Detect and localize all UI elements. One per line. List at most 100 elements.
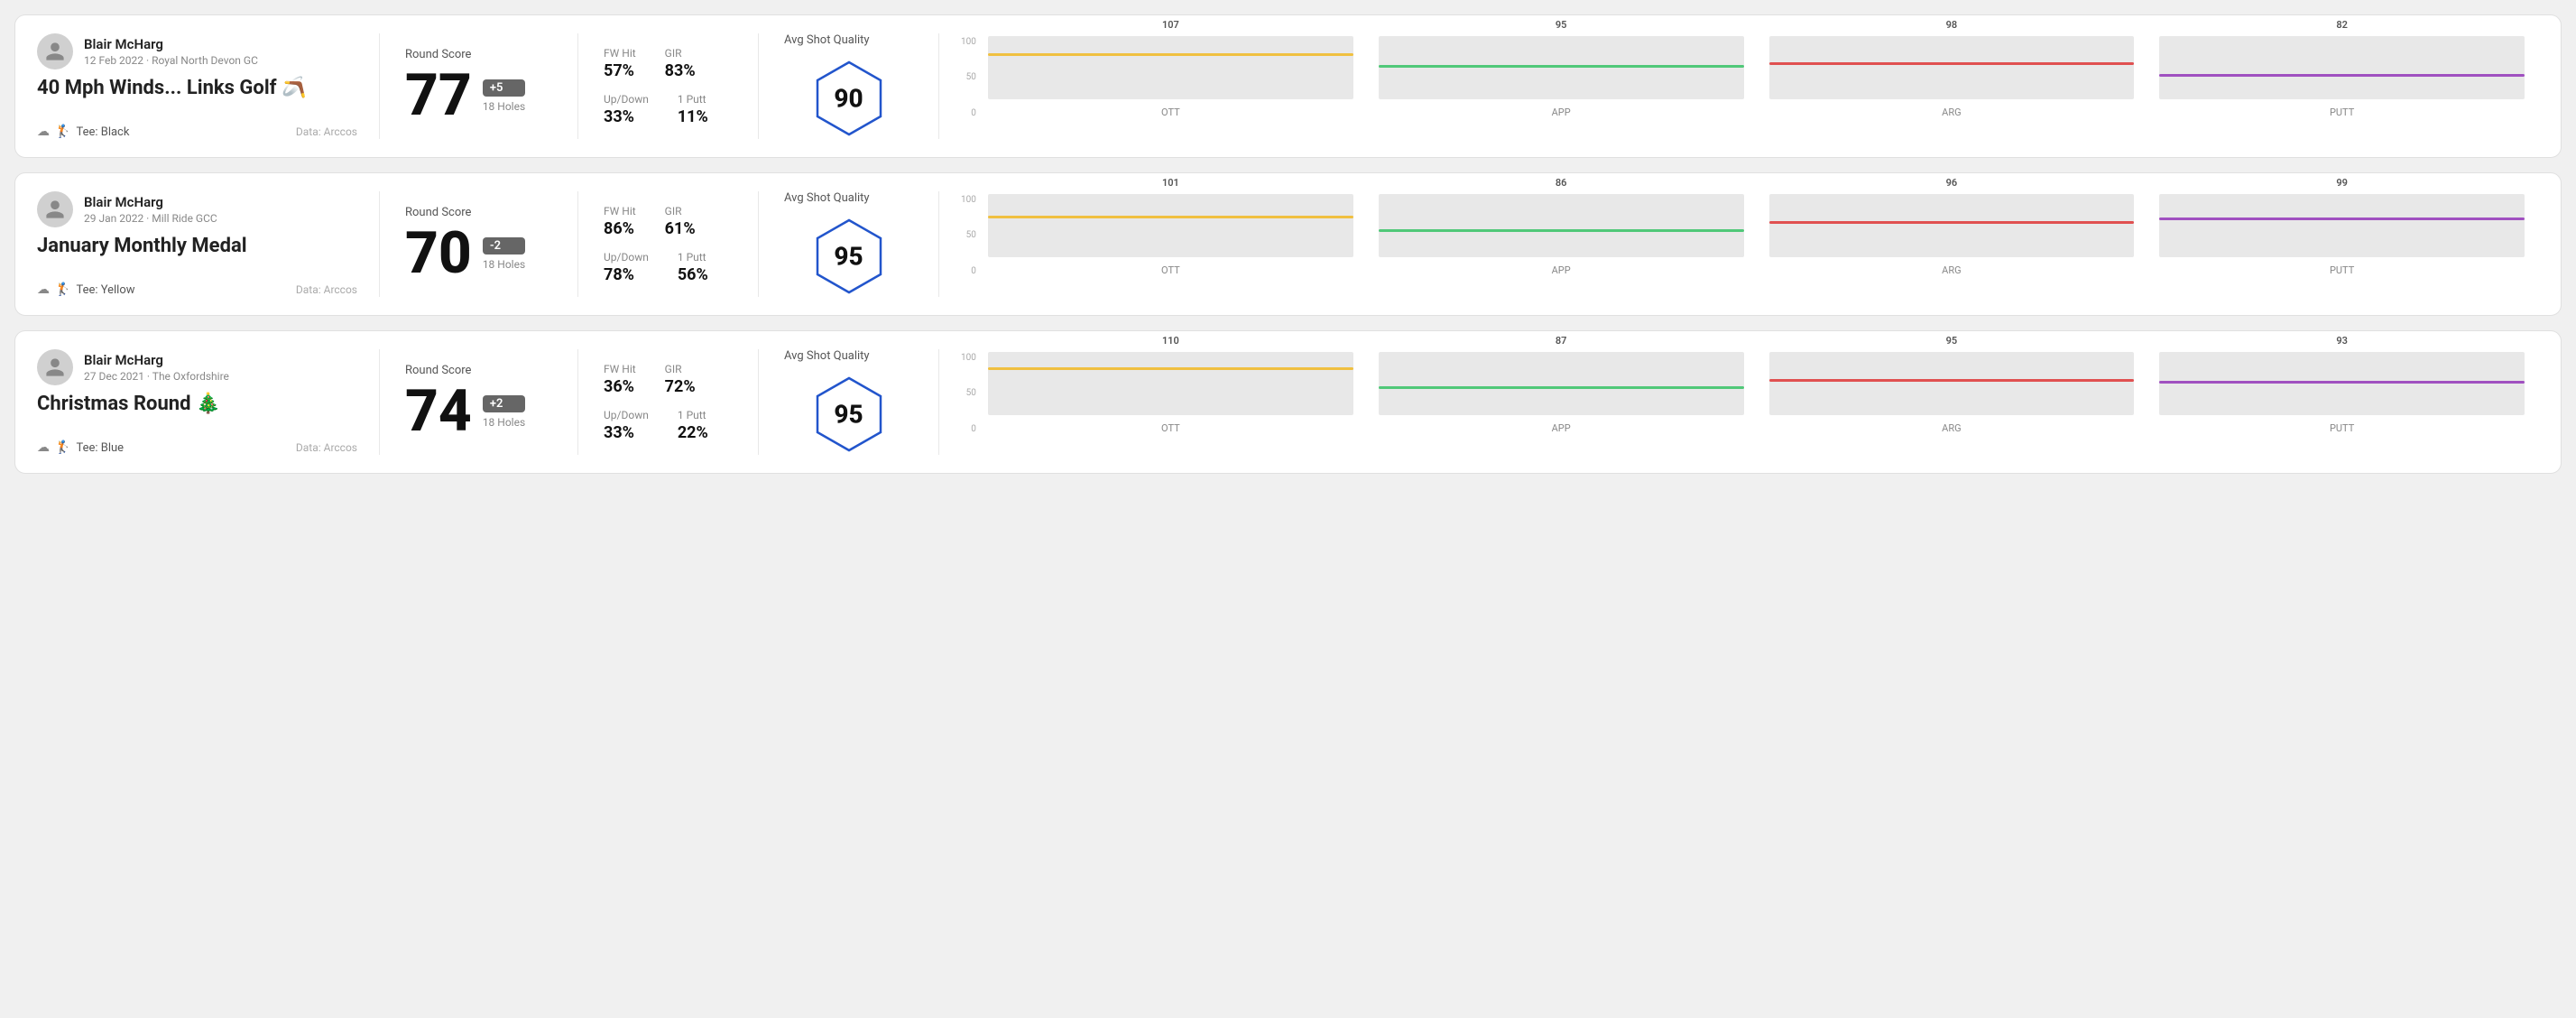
tee-label: Tee: Black <box>76 125 129 139</box>
shot-quality-label: Avg Shot Quality <box>784 33 870 47</box>
chart-wrapper: 100 50 0 107 OTT 95 <box>961 37 2525 136</box>
bar-wrapper-app <box>1379 194 1744 257</box>
one-putt-value: 11% <box>678 107 708 126</box>
stat-updown: Up/Down 33% <box>604 409 649 442</box>
bar-label-app: APP <box>1552 422 1571 434</box>
stat-gir: GIR 61% <box>665 205 696 238</box>
bar-wrapper-ott <box>988 352 1353 415</box>
gir-label: GIR <box>665 205 696 217</box>
fw-hit-label: FW Hit <box>604 363 636 375</box>
bar-group-ott: 110 OTT <box>988 335 1353 434</box>
bars-container: 101 OTT 86 APP 96 <box>961 195 2525 294</box>
bar-label-ott: OTT <box>1161 422 1180 434</box>
card-left: Blair McHarg 29 Jan 2022 · Mill Ride GCC… <box>37 191 380 297</box>
one-putt-label: 1 Putt <box>678 409 708 421</box>
chart-y-axis: 100 50 0 <box>961 353 980 434</box>
score-badge: +5 <box>483 79 525 97</box>
user-name: Blair McHarg <box>84 194 217 210</box>
user-icon <box>44 41 66 62</box>
score-badge: +2 <box>483 395 525 412</box>
bar-label-ott: OTT <box>1161 264 1180 276</box>
gir-value: 83% <box>665 61 696 80</box>
bar-value-arg: 96 <box>1946 177 1958 189</box>
stat-one-putt: 1 Putt 11% <box>678 93 708 126</box>
fw-hit-label: FW Hit <box>604 47 636 60</box>
bar-bg-arg <box>1769 194 2135 257</box>
bar-label-putt: PUTT <box>2330 264 2354 276</box>
bar-wrapper-app <box>1379 36 1744 99</box>
stat-updown: Up/Down 33% <box>604 93 649 126</box>
bar-label-app: APP <box>1552 264 1571 276</box>
bar-value-arg: 95 <box>1946 335 1958 347</box>
stats-row-bottom: Up/Down 33% 1 Putt 22% <box>604 409 733 442</box>
score-holes: 18 Holes <box>483 258 525 271</box>
score-row: 77 +5 18 Holes <box>405 67 552 125</box>
gir-value: 61% <box>665 219 696 238</box>
score-number: 77 <box>405 67 472 125</box>
one-putt-label: 1 Putt <box>678 93 708 106</box>
card-quality: Avg Shot Quality 95 <box>759 191 939 297</box>
bar-line-app <box>1379 386 1744 389</box>
user-date: 27 Dec 2021 · The Oxfordshire <box>84 370 229 383</box>
card-score: Round Score 70 -2 18 Holes <box>380 191 578 297</box>
updown-label: Up/Down <box>604 251 649 264</box>
stat-fw-hit: FW Hit 57% <box>604 47 636 80</box>
shot-quality-label: Avg Shot Quality <box>784 191 870 205</box>
bar-bg-arg <box>1769 36 2135 99</box>
one-putt-label: 1 Putt <box>678 251 708 264</box>
weather-icon: ☁ <box>37 125 50 139</box>
stats-row-top: FW Hit 36% GIR 72% <box>604 363 733 396</box>
bars-container: 107 OTT 95 APP 98 <box>961 37 2525 136</box>
y-label-100: 100 <box>961 353 976 363</box>
card-stats: FW Hit 36% GIR 72% Up/Down 33% 1 Putt <box>578 349 759 455</box>
round-title: 40 Mph Winds... Links Golf 🪃 <box>37 77 357 100</box>
bar-wrapper-ott <box>988 36 1353 99</box>
bar-group-arg: 96 ARG <box>1769 177 2135 276</box>
one-putt-value: 22% <box>678 423 708 442</box>
quality-score: 95 <box>834 400 863 430</box>
bar-wrapper-app <box>1379 352 1744 415</box>
updown-label: Up/Down <box>604 409 649 421</box>
bar-value-arg: 98 <box>1946 19 1958 31</box>
bar-bg-app <box>1379 36 1744 99</box>
data-source: Data: Arccos <box>296 441 357 454</box>
quality-score: 95 <box>834 242 863 272</box>
updown-value: 33% <box>604 423 649 442</box>
score-row: 70 -2 18 Holes <box>405 225 552 282</box>
tee-bag-icon: 🏌 <box>55 125 70 139</box>
score-badge: -2 <box>483 237 525 255</box>
bar-wrapper-putt <box>2159 194 2525 257</box>
user-info: Blair McHarg 29 Jan 2022 · Mill Ride GCC <box>37 191 357 227</box>
bar-wrapper-putt <box>2159 352 2525 415</box>
weather-icon: ☁ <box>37 440 50 455</box>
bar-line-putt <box>2159 74 2525 77</box>
score-details: +5 18 Holes <box>483 79 525 113</box>
bar-wrapper-ott <box>988 194 1353 257</box>
card-chart: 100 50 0 101 OTT 86 <box>939 191 2539 297</box>
chart-y-axis: 100 50 0 <box>961 37 980 118</box>
bar-line-ott <box>988 216 1353 218</box>
user-name: Blair McHarg <box>84 352 229 368</box>
tee-bag-icon: 🏌 <box>55 282 70 297</box>
user-text: Blair McHarg 12 Feb 2022 · Royal North D… <box>84 36 258 67</box>
stat-gir: GIR 72% <box>665 363 696 396</box>
fw-hit-value: 57% <box>604 61 636 80</box>
bar-bg-putt <box>2159 36 2525 99</box>
score-details: +2 18 Holes <box>483 395 525 429</box>
tee-info: ☁ 🏌 Tee: Black <box>37 125 129 139</box>
bar-wrapper-putt <box>2159 36 2525 99</box>
tee-label: Tee: Blue <box>76 441 124 455</box>
y-label-50: 50 <box>966 230 976 240</box>
bar-group-app: 87 APP <box>1379 335 1744 434</box>
bar-line-putt <box>2159 381 2525 384</box>
bar-label-app: APP <box>1552 106 1571 118</box>
score-holes: 18 Holes <box>483 416 525 429</box>
bar-line-app <box>1379 229 1744 232</box>
user-text: Blair McHarg 29 Jan 2022 · Mill Ride GCC <box>84 194 217 225</box>
bar-value-ott: 107 <box>1162 19 1179 31</box>
bar-label-putt: PUTT <box>2330 106 2354 118</box>
tee-info: ☁ 🏌 Tee: Blue <box>37 440 124 455</box>
bar-line-putt <box>2159 217 2525 220</box>
card-quality: Avg Shot Quality 95 <box>759 349 939 455</box>
bar-bg-ott <box>988 194 1353 257</box>
